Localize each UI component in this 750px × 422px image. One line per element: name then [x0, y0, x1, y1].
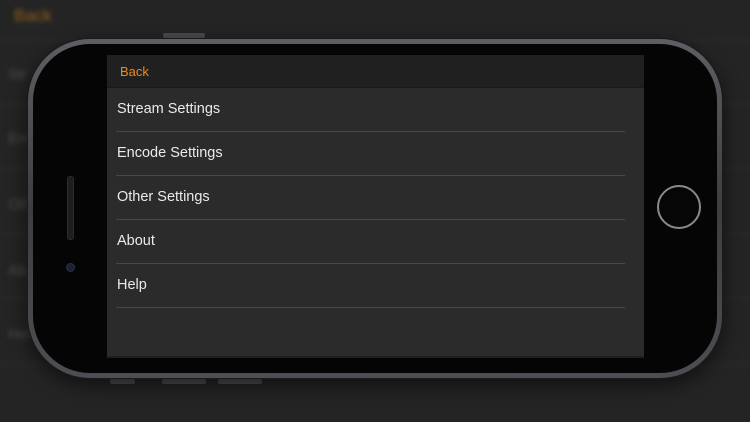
- background-row-label: Hel: [8, 326, 31, 343]
- row-separator: [116, 307, 625, 308]
- volume-up-button: [162, 379, 206, 384]
- navigation-bar: Back: [107, 55, 644, 88]
- menu-item-label: Other Settings: [117, 189, 210, 205]
- back-button[interactable]: Back: [120, 64, 149, 79]
- volume-button: [163, 33, 205, 38]
- menu-item-label: Stream Settings: [117, 101, 221, 117]
- volume-down-button: [218, 379, 262, 384]
- menu-item-help[interactable]: Help: [107, 264, 644, 308]
- menu-item-about[interactable]: About: [107, 220, 644, 264]
- home-button: [657, 185, 701, 229]
- menu-item-label: About: [117, 233, 155, 249]
- menu-item-label: Encode Settings: [117, 145, 223, 161]
- menu-item-label: Help: [117, 277, 147, 293]
- menu-item-other-settings[interactable]: Other Settings: [107, 176, 644, 220]
- background-row-label: Str: [8, 66, 28, 83]
- background-back-label: Back: [14, 6, 52, 25]
- screen-bottom-edge: [107, 356, 644, 358]
- menu-item-stream-settings[interactable]: Stream Settings: [107, 88, 644, 132]
- app-preview-stage: Back Str Enc Oth Abo Hel Back Stream Set…: [0, 0, 750, 422]
- front-camera-icon: [66, 263, 75, 272]
- phone-screen: Back Stream Settings Encode Settings Oth…: [107, 55, 644, 358]
- settings-menu-list: Stream Settings Encode Settings Other Se…: [107, 88, 644, 308]
- mute-switch: [110, 379, 135, 384]
- earpiece-speaker: [67, 176, 74, 240]
- menu-item-encode-settings[interactable]: Encode Settings: [107, 132, 644, 176]
